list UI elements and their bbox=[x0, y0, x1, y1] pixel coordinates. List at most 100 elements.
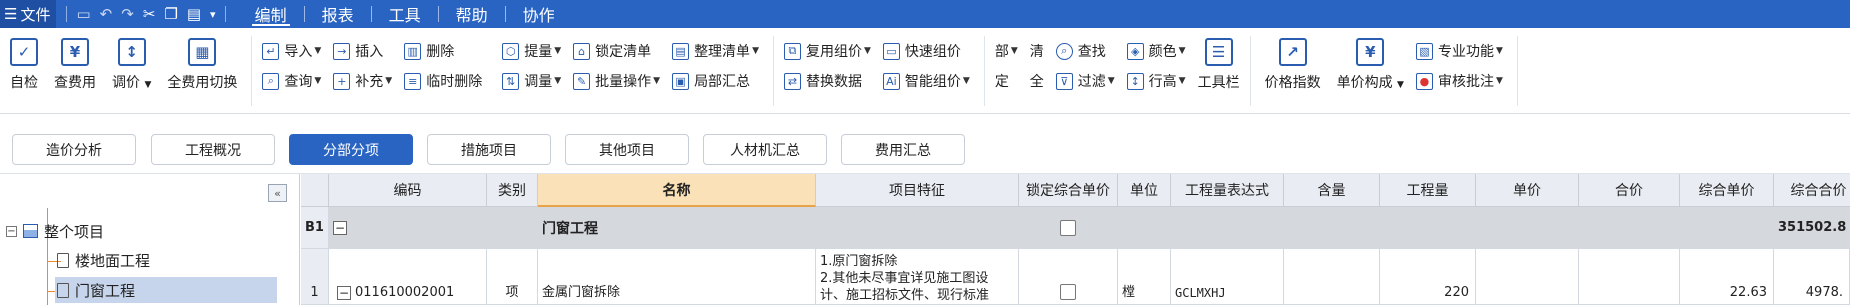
table-cell-quantity[interactable] bbox=[1380, 207, 1476, 249]
col-header-code[interactable]: 编码 bbox=[329, 174, 487, 207]
table-cell-comp-total[interactable]: 4978. bbox=[1774, 249, 1850, 305]
table-cell-unit-price[interactable] bbox=[1476, 207, 1579, 249]
col-header-comp-unit-price[interactable]: 综合单价 bbox=[1680, 174, 1774, 207]
table-cell-unit[interactable]: 樘 bbox=[1118, 249, 1171, 305]
filter-button[interactable]: ⊽ 过滤 ▼ bbox=[1055, 69, 1119, 93]
paste-icon[interactable]: ▤ bbox=[187, 5, 201, 23]
undo-icon[interactable]: ↶ bbox=[100, 5, 113, 23]
lock-list-button[interactable]: ⌂ 锁定清单 bbox=[573, 39, 664, 63]
row-number[interactable]: B1 bbox=[301, 207, 329, 249]
query-button[interactable]: ⌕ 查询 ▼ bbox=[262, 69, 325, 93]
tab-other-items[interactable]: 其他项目 bbox=[565, 134, 689, 165]
partial-summary-button[interactable]: ▣ 局部汇总 bbox=[672, 69, 763, 93]
tab-project-overview[interactable]: 工程概况 bbox=[151, 134, 275, 165]
quick-price-button[interactable]: ▭ 快速组价 bbox=[882, 39, 974, 63]
unit-price-comp-button[interactable]: ¥ 单价构成 ▼ bbox=[1329, 36, 1412, 106]
col-header-feature[interactable]: 项目特征 bbox=[816, 174, 1019, 207]
table-cell-comp-unit-price[interactable]: 22.63 bbox=[1680, 249, 1774, 305]
adjust-price-button[interactable]: ↕ 调价 ▼ bbox=[104, 36, 159, 106]
collapse-panel-button[interactable]: « bbox=[268, 184, 287, 202]
table-cell-total[interactable] bbox=[1579, 207, 1680, 249]
menu-edit[interactable]: 编制 bbox=[238, 0, 304, 28]
tab-labor-material-summary[interactable]: 人材机汇总 bbox=[703, 134, 827, 165]
tab-measures[interactable]: 措施项目 bbox=[427, 134, 551, 165]
tab-division-items[interactable]: 分部分项 bbox=[289, 134, 413, 165]
reuse-price-button[interactable]: ⧉ 复用组价 ▼ bbox=[783, 39, 875, 63]
col-header-unit[interactable]: 单位 bbox=[1118, 174, 1171, 207]
col-header-quantity[interactable]: 工程量 bbox=[1380, 174, 1476, 207]
menu-report[interactable]: 报表 bbox=[305, 0, 371, 28]
tab-cost-analysis[interactable]: 造价分析 bbox=[12, 134, 136, 165]
tree-node-root[interactable]: − 整个项目 bbox=[6, 218, 104, 244]
menu-tools[interactable]: 工具 bbox=[372, 0, 438, 28]
list-button[interactable]: 清 bbox=[1030, 39, 1048, 63]
replace-data-button[interactable]: ⇄ 替换数据 bbox=[783, 69, 875, 93]
copy-icon[interactable]: ❐ bbox=[164, 5, 177, 23]
col-header-category[interactable]: 类别 bbox=[487, 174, 538, 207]
tree-node-floor[interactable]: 楼地面工程 bbox=[55, 247, 156, 273]
table-cell-feature[interactable]: 1.原门窗拆除 2.其他未尽事宜详见施工图设 计、施工招标文件、现行标准 bbox=[816, 249, 1019, 305]
cut-icon[interactable]: ✂ bbox=[143, 5, 156, 23]
import-button[interactable]: ↵ 导入 ▼ bbox=[262, 39, 325, 63]
table-cell-expression[interactable] bbox=[1171, 207, 1284, 249]
view-fee-button[interactable]: ¥ 查费用 bbox=[46, 36, 104, 106]
extract-button[interactable]: ⬡ 提量 ▼ bbox=[502, 39, 565, 63]
table-cell-code[interactable]: − bbox=[329, 207, 487, 249]
adjust-qty-button[interactable]: ⇅ 调量 ▼ bbox=[502, 69, 565, 93]
review-approve-button[interactable]: ● 审核批注 ▼ bbox=[1415, 69, 1507, 93]
table-cell-name[interactable]: 金属门窗拆除 bbox=[538, 249, 816, 305]
collapse-row-icon[interactable]: − bbox=[337, 286, 351, 300]
table-cell-unit[interactable] bbox=[1118, 207, 1171, 249]
col-header-expression[interactable]: 工程量表达式 bbox=[1171, 174, 1284, 207]
find-button[interactable]: ⌕ 查找 bbox=[1055, 39, 1119, 63]
table-cell-name[interactable]: 门窗工程 bbox=[538, 207, 816, 249]
row-height-button[interactable]: ↕ 行高 ▼ bbox=[1126, 69, 1190, 93]
table-cell-total[interactable] bbox=[1579, 249, 1680, 305]
row-number[interactable]: 1 bbox=[301, 249, 329, 305]
table-cell-code[interactable]: − 011610002001 bbox=[329, 249, 487, 305]
table-cell-unit-price[interactable] bbox=[1476, 249, 1579, 305]
table-cell-comp-total[interactable]: 351502.8 bbox=[1774, 207, 1850, 249]
redo-icon[interactable]: ↷ bbox=[121, 5, 134, 23]
price-index-button[interactable]: ↗ 价格指数 bbox=[1257, 36, 1329, 106]
table-cell-comp-unit-price[interactable] bbox=[1680, 207, 1774, 249]
col-header-total[interactable]: 合价 bbox=[1579, 174, 1680, 207]
col-header-name[interactable]: 名称 bbox=[538, 174, 816, 207]
col-header-lock-price[interactable]: 锁定综合单价 bbox=[1019, 174, 1118, 207]
customize-dropdown-icon[interactable]: ▾ bbox=[210, 8, 216, 21]
save-icon[interactable]: ▭ bbox=[76, 5, 90, 23]
table-cell-lock[interactable] bbox=[1019, 207, 1118, 249]
table-cell-category[interactable] bbox=[487, 207, 538, 249]
col-header-content[interactable]: 含量 bbox=[1284, 174, 1380, 207]
organize-list-button[interactable]: ▤ 整理清单 ▼ bbox=[672, 39, 763, 63]
table-cell-lock[interactable] bbox=[1019, 249, 1118, 305]
table-cell-feature[interactable] bbox=[816, 207, 1019, 249]
all-button[interactable]: 全 bbox=[1030, 69, 1048, 93]
table-cell-content[interactable] bbox=[1284, 207, 1380, 249]
lock-price-checkbox[interactable] bbox=[1060, 219, 1076, 236]
insert-button[interactable]: → 插入 bbox=[333, 39, 396, 63]
table-cell-category[interactable]: 项 bbox=[487, 249, 538, 305]
tree-toggle[interactable]: − bbox=[6, 225, 17, 237]
menu-help[interactable]: 帮助 bbox=[439, 0, 505, 28]
tree-node-door-window[interactable]: 门窗工程 bbox=[55, 277, 277, 303]
self-check-button[interactable]: ✓ 自检 bbox=[2, 36, 46, 106]
color-button[interactable]: ◈ 颜色 ▼ bbox=[1126, 39, 1190, 63]
delete-button[interactable]: ▥ 删除 bbox=[404, 39, 486, 63]
table-cell-expression[interactable]: GCLMXHJ bbox=[1171, 249, 1284, 305]
temp-delete-button[interactable]: ≡ 临时删除 bbox=[404, 69, 486, 93]
quota-button[interactable]: 定 bbox=[995, 69, 1022, 93]
division-button[interactable]: 部 ▼ bbox=[995, 39, 1022, 63]
menu-collaborate[interactable]: 协作 bbox=[506, 0, 572, 28]
pro-function-button[interactable]: ▧ 专业功能 ▼ bbox=[1415, 39, 1507, 63]
table-cell-content[interactable] bbox=[1284, 249, 1380, 305]
file-menu-button[interactable]: ☰ 文件 bbox=[0, 0, 57, 28]
table-cell-quantity[interactable]: 220 bbox=[1380, 249, 1476, 305]
toolbar-button[interactable]: ☰ 工具栏 bbox=[1194, 36, 1244, 106]
col-header-comp-total[interactable]: 综合合价 bbox=[1774, 174, 1850, 207]
supplement-button[interactable]: + 补充 ▼ bbox=[333, 69, 396, 93]
batch-op-button[interactable]: ✎ 批量操作 ▼ bbox=[573, 69, 664, 93]
col-header-unit-price[interactable]: 单价 bbox=[1476, 174, 1579, 207]
lock-price-checkbox[interactable] bbox=[1060, 284, 1076, 300]
full-fee-switch-button[interactable]: ▦ 全费用切换 bbox=[159, 36, 245, 106]
